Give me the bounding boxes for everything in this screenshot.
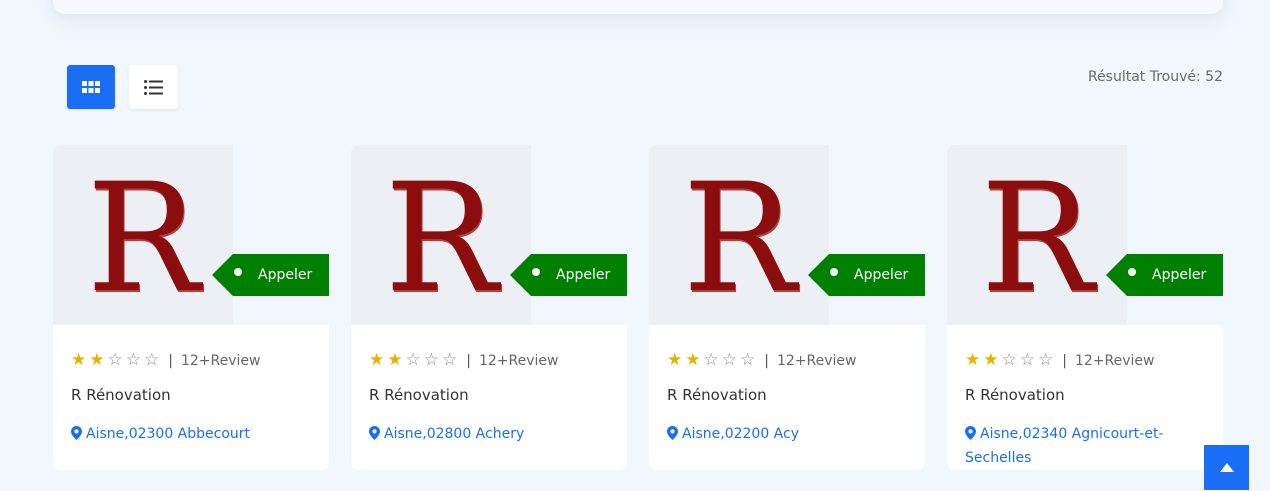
star-empty-icon: ☆ — [125, 350, 141, 370]
call-dot-icon — [830, 268, 838, 276]
listing-card[interactable]: R Appeler ★ ★ ☆ ☆ ☆ | 12+Review R Rénova… — [649, 145, 925, 470]
review-count[interactable]: 12+Review — [479, 353, 559, 369]
call-label: Appeler — [854, 267, 909, 283]
star-empty-icon: ☆ — [144, 350, 160, 370]
review-count[interactable]: 12+Review — [181, 353, 261, 369]
call-dot-icon — [1128, 268, 1136, 276]
star-icon: ★ — [667, 350, 683, 370]
call-button[interactable]: Appeler — [510, 254, 627, 296]
star-empty-icon: ☆ — [405, 350, 421, 370]
map-pin-icon — [965, 426, 976, 440]
star-icon: ★ — [71, 350, 87, 370]
company-name[interactable]: R Rénovation — [965, 386, 1065, 404]
grid-view-button[interactable] — [67, 65, 115, 109]
map-pin-icon — [369, 426, 380, 440]
map-pin-icon — [667, 426, 678, 440]
star-empty-icon: ☆ — [442, 350, 458, 370]
star-empty-icon: ☆ — [1001, 350, 1017, 370]
star-empty-icon: ☆ — [721, 350, 737, 370]
scroll-to-top-button[interactable] — [1204, 445, 1249, 490]
top-panel — [53, 0, 1223, 14]
star-icon: ★ — [983, 350, 999, 370]
company-logo: R — [649, 145, 829, 325]
rating: ★ ★ ☆ ☆ ☆ | 12+Review — [667, 350, 857, 370]
star-empty-icon: ☆ — [740, 350, 756, 370]
star-empty-icon: ☆ — [1019, 350, 1035, 370]
star-icon: ★ — [369, 350, 385, 370]
company-name[interactable]: R Rénovation — [369, 386, 469, 404]
call-button[interactable]: Appeler — [1106, 254, 1223, 296]
rating: ★ ★ ☆ ☆ ☆ | 12+Review — [965, 350, 1155, 370]
location-link[interactable]: Aisne,02200 Acy — [667, 422, 907, 446]
list-icon — [144, 79, 163, 95]
star-icon: ★ — [685, 350, 701, 370]
call-label: Appeler — [1152, 267, 1207, 283]
company-name[interactable]: R Rénovation — [667, 386, 767, 404]
map-pin-icon — [71, 426, 82, 440]
call-button[interactable]: Appeler — [808, 254, 925, 296]
arrow-up-icon — [1219, 463, 1234, 472]
star-icon: ★ — [387, 350, 403, 370]
call-dot-icon — [234, 268, 242, 276]
company-logo: R — [947, 145, 1127, 325]
call-label: Appeler — [556, 267, 611, 283]
call-dot-icon — [532, 268, 540, 276]
list-view-button[interactable] — [129, 65, 178, 109]
company-logo: R — [53, 145, 233, 325]
star-icon: ★ — [89, 350, 105, 370]
location-link[interactable]: Aisne,02800 Achery — [369, 422, 609, 446]
location-link[interactable]: Aisne,02340 Agnicourt-et-Sechelles — [965, 422, 1205, 470]
company-name[interactable]: R Rénovation — [71, 386, 171, 404]
listing-card[interactable]: R Appeler ★ ★ ☆ ☆ ☆ | 12+Review R Rénova… — [53, 145, 329, 470]
listing-card[interactable]: R Appeler ★ ★ ☆ ☆ ☆ | 12+Review R Rénova… — [351, 145, 627, 470]
call-label: Appeler — [258, 267, 313, 283]
star-icon: ★ — [965, 350, 981, 370]
star-empty-icon: ☆ — [1038, 350, 1054, 370]
rating: ★ ★ ☆ ☆ ☆ | 12+Review — [369, 350, 559, 370]
review-count[interactable]: 12+Review — [1075, 353, 1155, 369]
call-button[interactable]: Appeler — [212, 254, 329, 296]
star-empty-icon: ☆ — [703, 350, 719, 370]
star-empty-icon: ☆ — [107, 350, 123, 370]
result-count: Résultat Trouvé: 52 — [1087, 69, 1223, 85]
star-empty-icon: ☆ — [423, 350, 439, 370]
view-toggle — [67, 65, 178, 109]
listing-card[interactable]: R Appeler ★ ★ ☆ ☆ ☆ | 12+Review R Rénova… — [947, 145, 1223, 470]
rating: ★ ★ ☆ ☆ ☆ | 12+Review — [71, 350, 261, 370]
review-count[interactable]: 12+Review — [777, 353, 857, 369]
location-link[interactable]: Aisne,02300 Abbecourt — [71, 422, 311, 446]
grid-icon — [82, 81, 100, 93]
company-logo: R — [351, 145, 531, 325]
